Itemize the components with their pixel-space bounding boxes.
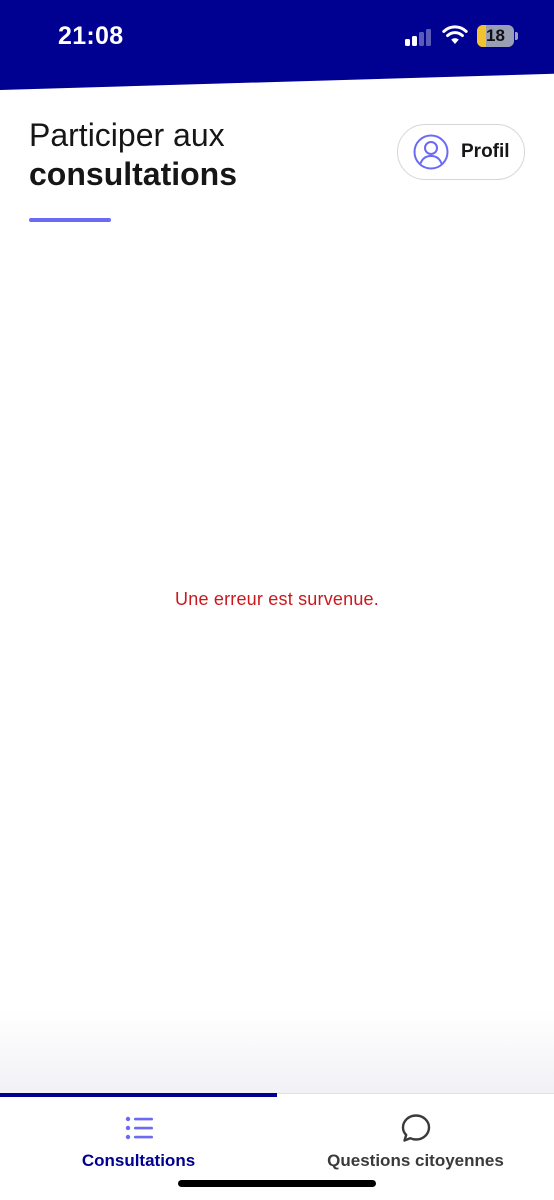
home-indicator [178, 1180, 376, 1187]
battery-icon: 18 [477, 25, 514, 47]
tab-consultations[interactable]: Consultations [0, 1097, 277, 1177]
battery-level: 18 [486, 26, 505, 45]
tab-consultations-label: Consultations [81, 1151, 196, 1170]
error-message: Une erreur est survenue. [175, 589, 379, 609]
page-title-line1: Participer aux [29, 117, 225, 153]
cellular-signal-icon [405, 29, 433, 46]
profile-button[interactable]: Profil [397, 124, 525, 180]
status-time: 21:08 [58, 22, 124, 50]
page-title-line2: consultations [29, 156, 238, 192]
speech-bubble-icon [401, 1114, 430, 1142]
battery-cap [515, 32, 518, 40]
page-title: Participer aux consultations [29, 116, 237, 194]
title-underline [29, 218, 111, 222]
tab-questions-citoyennes-label: Questions citoyennes [327, 1151, 504, 1170]
profile-button-label: Profil [461, 141, 510, 162]
tab-questions-citoyennes[interactable]: Questions citoyennes [277, 1097, 554, 1177]
bottom-fade [0, 1010, 554, 1096]
list-icon [125, 1116, 153, 1140]
user-circle-icon [413, 134, 449, 170]
wifi-icon [442, 25, 468, 44]
